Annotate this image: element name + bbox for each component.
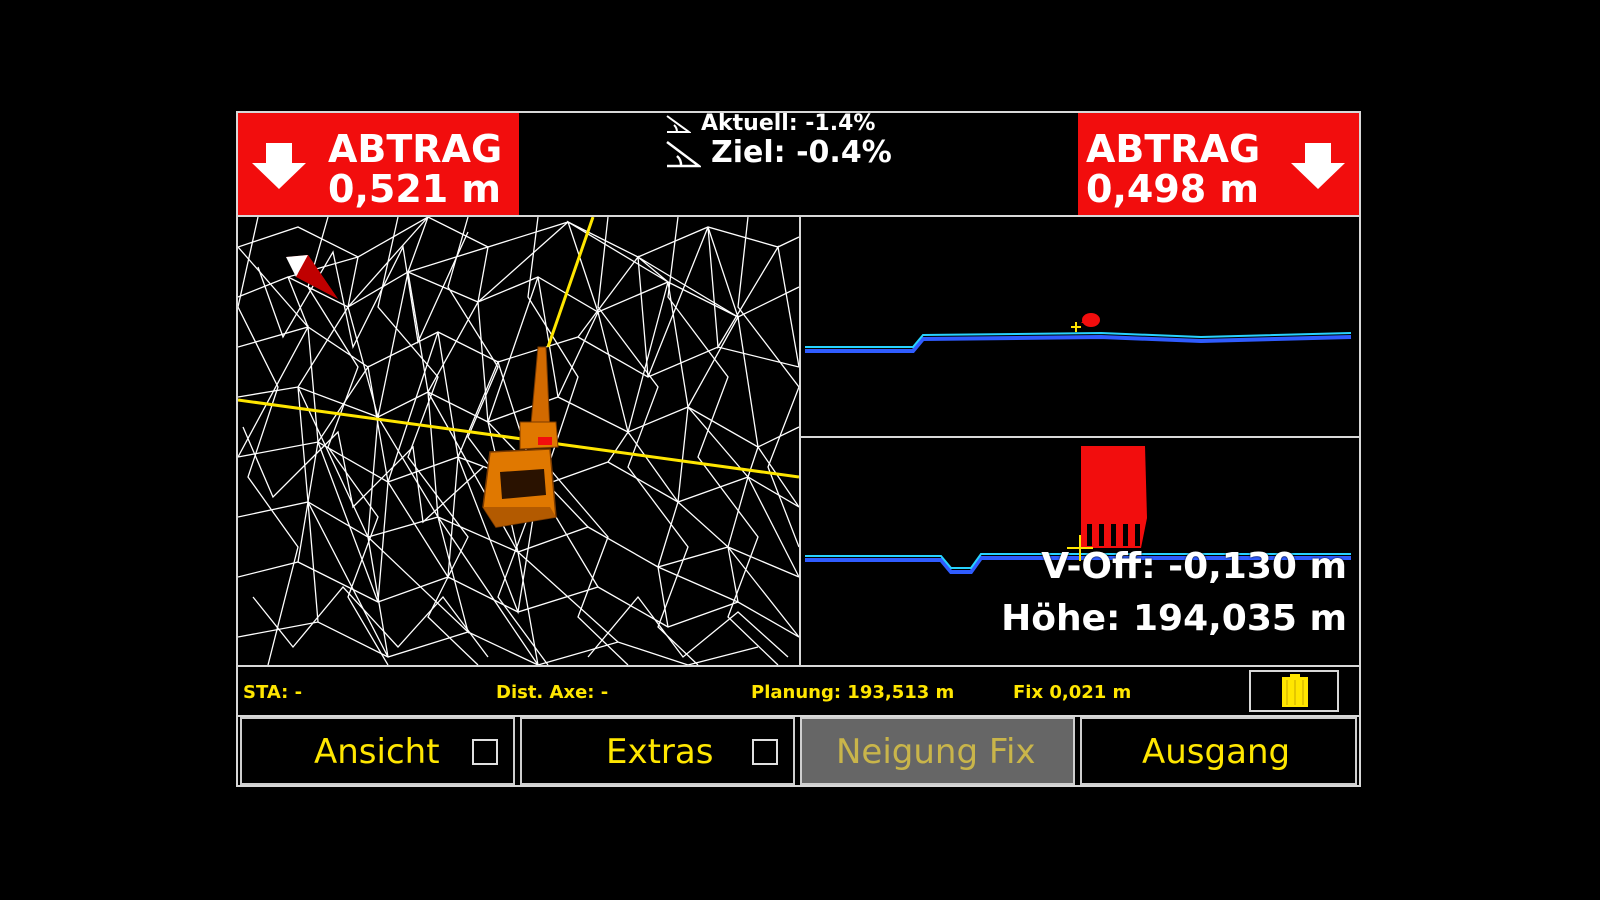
arrow-down-icon — [1291, 143, 1345, 189]
cut-label-right: ABTRAG — [1086, 127, 1261, 171]
extras-button[interactable]: Extras — [520, 717, 795, 785]
status-bar: STA: - Dist. Axe: - Planung: 193,513 m F… — [238, 667, 1359, 715]
cut-value-right: 0,498 m — [1086, 167, 1260, 211]
fix-value: Fix 0,021 m — [1013, 682, 1132, 703]
bucket-front-view — [1081, 446, 1147, 548]
profile-view-cross[interactable]: V-Off: -0,130 m Höhe: 194,035 m — [801, 438, 1359, 665]
slope-current: Aktuell: -1.4% — [665, 111, 875, 136]
vertical-offset-readout: V-Off: -0,130 m — [1041, 546, 1347, 587]
slope-angle-icon — [666, 140, 701, 167]
extras-checkbox[interactable] — [752, 739, 778, 765]
exit-button-label: Ausgang — [1142, 732, 1291, 772]
profile-longitudinal-graph — [805, 313, 1352, 353]
slope-fix-button-label: Neigung Fix — [836, 732, 1036, 772]
cut-indicator-right: ABTRAG 0,498 m — [1078, 113, 1359, 215]
slope-target: Ziel: -0.4% — [665, 135, 892, 170]
station-value: STA: - — [243, 682, 303, 703]
view-checkbox[interactable] — [472, 739, 498, 765]
profile-view-longitudinal[interactable] — [801, 217, 1359, 436]
crosshair-icon — [1071, 322, 1081, 332]
excavator-model — [482, 346, 559, 528]
cut-indicator-left: ABTRAG 0,521 m — [238, 113, 519, 215]
machine-guidance-screen: ABTRAG 0,521 m Aktuell: -1.4% Ziel: -0.4… — [236, 111, 1361, 787]
view-button-label: Ansicht — [314, 732, 440, 772]
slope-current-text: Aktuell: -1.4% — [701, 111, 876, 136]
terrain-3d-view[interactable] — [238, 217, 799, 665]
view-button[interactable]: Ansicht — [240, 717, 515, 785]
battery-status[interactable] — [1249, 670, 1339, 712]
slope-fix-button[interactable]: Neigung Fix — [800, 717, 1075, 785]
cut-label-left: ABTRAG — [328, 127, 503, 171]
battery-icon — [1282, 674, 1308, 707]
terrain-mesh — [238, 217, 799, 665]
cut-value-left: 0,521 m — [328, 167, 502, 211]
slope-target-text: Ziel: -0.4% — [711, 135, 892, 170]
bucket-marker — [1081, 313, 1100, 327]
exit-button[interactable]: Ausgang — [1080, 717, 1357, 785]
slope-angle-icon — [666, 115, 691, 133]
planned-height-value: Planung: 193,513 m — [751, 682, 955, 703]
height-readout: Höhe: 194,035 m — [1001, 598, 1347, 639]
extras-button-label: Extras — [606, 732, 714, 772]
axis-distance-value: Dist. Axe: - — [496, 682, 609, 703]
arrow-down-icon — [252, 143, 306, 189]
